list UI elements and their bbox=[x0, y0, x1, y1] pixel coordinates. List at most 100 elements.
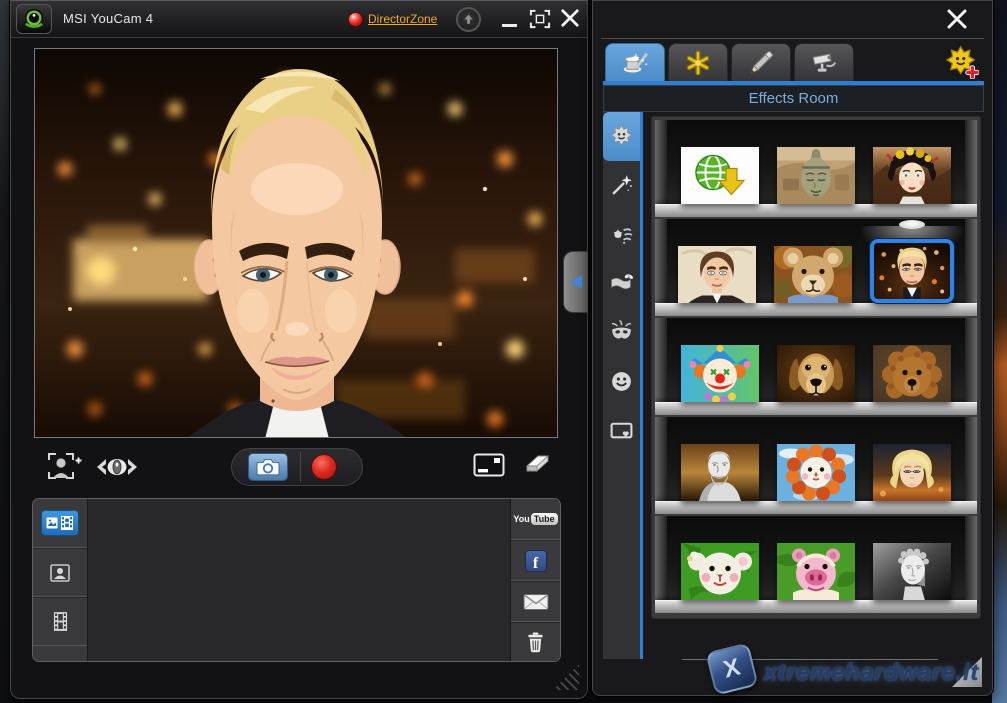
share-youtube-button[interactable]: You Tube bbox=[511, 499, 560, 540]
minimize-icon bbox=[502, 24, 517, 27]
photos-and-videos-icon bbox=[45, 514, 75, 532]
effect-thumb-download-more[interactable] bbox=[681, 147, 759, 204]
directorzone-orb-icon bbox=[348, 12, 363, 27]
desktop-background-right bbox=[992, 0, 1007, 703]
face-tracking-eye-icon bbox=[97, 455, 137, 479]
face-login-button[interactable] bbox=[46, 451, 82, 483]
effect-thumb-monkey-plush[interactable] bbox=[681, 543, 759, 600]
category-avatar[interactable] bbox=[603, 112, 640, 161]
main-window: MSI YouCam 4 DirectorZone bbox=[10, 0, 588, 699]
effect-thumb-lion-plush[interactable] bbox=[777, 444, 855, 501]
surveillance-camera-icon bbox=[809, 48, 839, 78]
spotlight-lamp-icon bbox=[899, 220, 925, 229]
share-facebook-button[interactable]: f bbox=[511, 540, 560, 581]
minimize-button[interactable] bbox=[498, 11, 520, 29]
effect-thumb-teddy-bear[interactable] bbox=[774, 246, 852, 303]
record-button[interactable] bbox=[311, 454, 337, 480]
shelf-board bbox=[655, 600, 977, 613]
effect-thumb-golden-retriever[interactable] bbox=[777, 345, 855, 402]
add-avatar-star-icon bbox=[945, 45, 979, 79]
youcam-logo-icon bbox=[16, 4, 52, 34]
maximize-button[interactable] bbox=[528, 9, 552, 29]
tab-gadgets[interactable] bbox=[668, 43, 728, 81]
close-icon bbox=[945, 8, 969, 30]
close-button[interactable] bbox=[559, 8, 583, 30]
effects-window: Effects Room bbox=[592, 0, 993, 696]
photo-icon bbox=[41, 560, 79, 586]
effects-header: Effects Room bbox=[603, 85, 984, 112]
capture-controls bbox=[231, 448, 363, 486]
gallery-empty-area bbox=[88, 499, 510, 661]
close-icon bbox=[559, 8, 581, 28]
effect-thumb-geisha[interactable] bbox=[873, 147, 951, 204]
trash-icon bbox=[526, 632, 545, 653]
effects-close-button[interactable] bbox=[945, 8, 971, 32]
category-rail bbox=[603, 112, 640, 659]
gallery-tab-photos[interactable] bbox=[33, 548, 87, 597]
tab-surveillance[interactable] bbox=[794, 43, 854, 81]
maximize-icon bbox=[528, 9, 552, 29]
effect-thumb-lincoln-statue[interactable] bbox=[681, 444, 759, 501]
youtube-icon: You Tube bbox=[513, 513, 557, 525]
effect-thumb-blonde-woman[interactable] bbox=[873, 444, 951, 501]
effects-body bbox=[603, 112, 984, 659]
gadget-icon bbox=[683, 48, 713, 78]
divider bbox=[601, 38, 984, 39]
panel-collapse-handle[interactable] bbox=[563, 251, 588, 313]
effects-shelf-panel bbox=[651, 116, 981, 619]
delete-button[interactable] bbox=[511, 622, 560, 662]
effect-thumb-brown-hair-man[interactable] bbox=[678, 246, 756, 303]
category-scene[interactable] bbox=[603, 259, 640, 308]
category-frame[interactable] bbox=[603, 406, 640, 455]
media-gallery: You Tube f bbox=[32, 498, 561, 662]
effect-thumb-blonde-man[interactable] bbox=[870, 239, 954, 303]
controls-bar bbox=[11, 445, 589, 493]
gallery-tab-videos[interactable] bbox=[33, 597, 87, 646]
frame-heart-icon bbox=[609, 418, 634, 443]
shelf-board bbox=[655, 501, 977, 514]
resize-grip[interactable] bbox=[952, 657, 982, 687]
effect-thumb-poodle[interactable] bbox=[873, 345, 951, 402]
category-emoticon[interactable] bbox=[603, 357, 640, 406]
effects-header-title: Effects Room bbox=[749, 90, 839, 107]
shelf-area bbox=[643, 112, 984, 659]
pip-preview-button[interactable] bbox=[473, 453, 505, 477]
snapshot-button[interactable] bbox=[248, 453, 288, 481]
share-rail: You Tube f bbox=[510, 499, 560, 661]
app-title: MSI YouCam 4 bbox=[63, 11, 153, 26]
eraser-button[interactable] bbox=[523, 453, 553, 475]
magic-hat-wand-icon bbox=[620, 48, 650, 78]
smiley-icon bbox=[609, 369, 634, 394]
pip-preview-icon bbox=[473, 453, 505, 477]
share-email-button[interactable] bbox=[511, 581, 560, 622]
facebook-icon: f bbox=[525, 550, 547, 572]
gallery-tab-media-all[interactable] bbox=[33, 499, 87, 548]
star-face-icon bbox=[609, 124, 634, 149]
upload-button[interactable] bbox=[456, 7, 481, 32]
tab-draw[interactable] bbox=[731, 43, 791, 81]
filmstrip-icon bbox=[53, 611, 68, 632]
face-login-icon bbox=[46, 451, 82, 483]
directorzone-link[interactable]: DirectorZone bbox=[368, 12, 437, 26]
effect-thumb-pig-plush[interactable] bbox=[777, 543, 855, 600]
filmstrip-icon bbox=[41, 609, 79, 635]
shelf bbox=[655, 120, 977, 217]
magic-wand-icon bbox=[609, 173, 634, 198]
scene-butterfly-icon bbox=[609, 271, 634, 296]
add-avatar-button[interactable] bbox=[945, 45, 981, 81]
shelf-board bbox=[655, 402, 977, 415]
effect-thumb-clown[interactable] bbox=[681, 345, 759, 402]
category-particle[interactable] bbox=[603, 210, 640, 259]
category-mask[interactable] bbox=[603, 308, 640, 357]
night-city-background bbox=[35, 49, 558, 438]
resize-grip[interactable] bbox=[553, 664, 579, 690]
category-wand[interactable] bbox=[603, 161, 640, 210]
effect-thumb-terracotta-warrior[interactable] bbox=[777, 147, 855, 204]
photo-icon bbox=[49, 563, 71, 583]
upload-icon bbox=[460, 11, 477, 28]
tab-effects[interactable] bbox=[605, 43, 665, 81]
divider bbox=[300, 452, 301, 482]
effect-thumb-david-statue[interactable] bbox=[873, 543, 951, 600]
particle-splash-icon bbox=[609, 222, 634, 247]
face-tracking-button[interactable] bbox=[97, 455, 137, 479]
